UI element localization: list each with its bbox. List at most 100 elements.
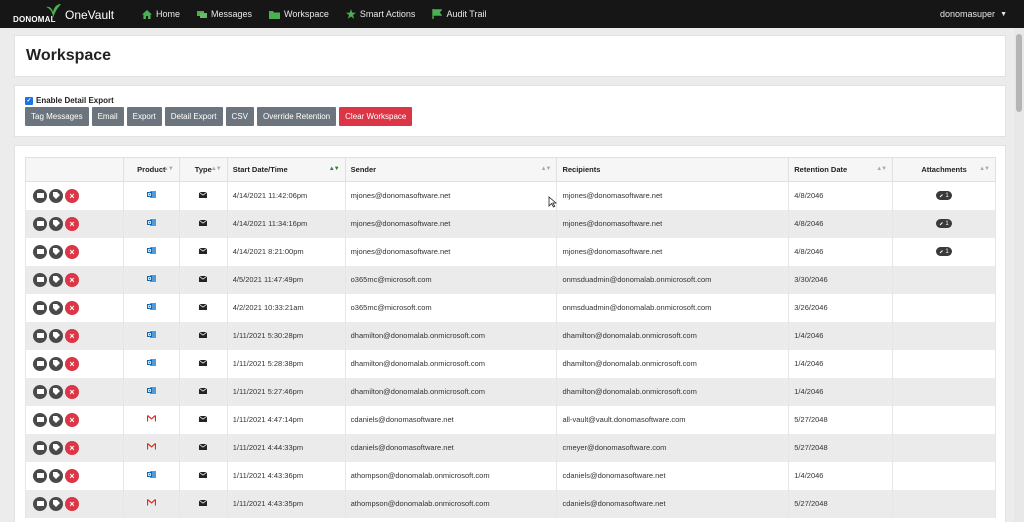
override-retention-button[interactable]: Override Retention (257, 107, 336, 126)
header-type[interactable]: Type▲▼ (179, 158, 227, 182)
view-message-icon[interactable] (33, 385, 47, 399)
flag-icon (432, 9, 446, 19)
remove-icon[interactable]: × (65, 329, 79, 343)
sort-icon[interactable]: ▲▼ (541, 166, 551, 172)
caret-down-icon: ▼ (1000, 11, 1007, 18)
clear-workspace-button[interactable]: Clear Workspace (339, 107, 412, 126)
view-message-icon[interactable] (33, 189, 47, 203)
export-button[interactable]: Export (127, 107, 162, 126)
header-product[interactable]: Product▲▼ (123, 158, 179, 182)
attachment-badge[interactable]: 1 (936, 219, 951, 228)
tag-icon[interactable] (49, 441, 63, 455)
table-row[interactable]: ×1/11/2021 4:43:36pmathompson@donomalab.… (26, 462, 996, 490)
nav-item-home[interactable]: Home (142, 9, 180, 19)
nav-item-label: Smart Actions (360, 9, 416, 19)
table-row[interactable]: ×4/14/2021 11:34:16pmmjones@donomasoftwa… (26, 210, 996, 238)
table-row[interactable]: ×4/14/2021 11:42:06pmmjones@donomasoftwa… (26, 182, 996, 210)
remove-icon[interactable]: × (65, 385, 79, 399)
sort-icon[interactable]: ▲▼ (979, 166, 989, 172)
enable-detail-export-checkbox[interactable]: ✓ Enable Detail Export (25, 96, 114, 105)
envelope-icon (199, 387, 207, 396)
remove-icon[interactable]: × (65, 273, 79, 287)
view-message-icon[interactable] (33, 441, 47, 455)
remove-icon[interactable]: × (65, 413, 79, 427)
nav-item-smart-actions[interactable]: Smart Actions (346, 9, 416, 19)
tag-icon[interactable] (49, 357, 63, 371)
view-message-icon[interactable] (33, 217, 47, 231)
table-row[interactable]: ×1/11/2021 4:44:33pmcdaniels@donomasoftw… (26, 434, 996, 462)
nav-item-workspace[interactable]: Workspace (269, 9, 329, 19)
nav-item-audit-trail[interactable]: Audit Trail (432, 9, 486, 19)
header-recipients[interactable]: Recipients (557, 158, 789, 182)
remove-icon[interactable]: × (65, 441, 79, 455)
workspace-table-panel: Product▲▼ Type▲▼ Start Date/Time ▲▼ Sende… (14, 145, 1006, 522)
table-row[interactable]: ×1/11/2021 5:28:38pmdhamilton@donomalab.… (26, 350, 996, 378)
header-start-date[interactable]: Start Date/Time ▲▼ (227, 158, 345, 182)
table-row[interactable]: ×4/14/2021 8:21:00pmmjones@donomasoftwar… (26, 238, 996, 266)
logo[interactable]: DONOMAL OneVault (10, 3, 120, 27)
sort-desc-icon[interactable]: ▲▼ (329, 166, 339, 172)
tag-messages-button[interactable]: Tag Messages (25, 107, 89, 126)
header-sender[interactable]: Sender▲▼ (345, 158, 557, 182)
tag-icon[interactable] (49, 273, 63, 287)
table-row[interactable]: ×1/11/2021 4:47:14pmcdaniels@donomasoftw… (26, 406, 996, 434)
remove-icon[interactable]: × (65, 245, 79, 259)
gmail-icon (147, 415, 156, 424)
envelope-icon (199, 499, 207, 508)
tag-icon[interactable] (49, 413, 63, 427)
sender-cell: mjones@donomasoftware.net (345, 182, 557, 210)
remove-icon[interactable]: × (65, 217, 79, 231)
tag-icon[interactable] (49, 469, 63, 483)
scrollbar-thumb[interactable] (1016, 34, 1022, 112)
attachments-cell: 1 (893, 182, 996, 210)
tag-icon[interactable] (49, 385, 63, 399)
csv-button[interactable]: CSV (226, 107, 254, 126)
remove-icon[interactable]: × (65, 469, 79, 483)
view-message-icon[interactable] (33, 357, 47, 371)
product-cell (123, 266, 179, 294)
attachment-badge[interactable]: 1 (936, 191, 951, 200)
tag-icon[interactable] (49, 189, 63, 203)
header-attachments[interactable]: Attachments▲▼ (893, 158, 996, 182)
nav-item-messages[interactable]: Messages (197, 9, 252, 19)
tag-icon[interactable] (49, 301, 63, 315)
sender-cell: mjones@donomasoftware.net (345, 238, 557, 266)
table-row[interactable]: ×1/11/2021 4:43:35pmathompson@donomalab.… (26, 490, 996, 518)
tag-icon[interactable] (49, 245, 63, 259)
sort-icon[interactable]: ▲▼ (876, 166, 886, 172)
view-message-icon[interactable] (33, 469, 47, 483)
start-date-cell: 1/11/2021 4:47:14pm (227, 406, 345, 434)
sort-icon[interactable]: ▲▼ (211, 166, 221, 172)
page-title: Workspace (26, 47, 111, 65)
remove-icon[interactable]: × (65, 497, 79, 511)
view-message-icon[interactable] (33, 273, 47, 287)
remove-icon[interactable]: × (65, 301, 79, 315)
table-row[interactable]: ×4/5/2021 11:47:49pmo365mc@microsoft.com… (26, 266, 996, 294)
tag-icon[interactable] (49, 497, 63, 511)
view-message-icon[interactable] (33, 413, 47, 427)
tag-icon[interactable] (49, 217, 63, 231)
table-row[interactable]: ×4/2/2021 10:33:21amo365mc@microsoft.com… (26, 294, 996, 322)
view-message-icon[interactable] (33, 245, 47, 259)
remove-icon[interactable]: × (65, 189, 79, 203)
attachment-badge[interactable]: 1 (936, 247, 951, 256)
table-row[interactable]: ×1/11/2021 5:30:28pmdhamilton@donomalab.… (26, 322, 996, 350)
tag-icon[interactable] (49, 329, 63, 343)
page-scrollbar[interactable] (1014, 28, 1024, 522)
sort-icon[interactable]: ▲▼ (163, 166, 173, 172)
header-retention-date[interactable]: Retention Date▲▼ (789, 158, 893, 182)
start-date-cell: 1/11/2021 5:28:38pm (227, 350, 345, 378)
view-message-icon[interactable] (33, 329, 47, 343)
view-message-icon[interactable] (33, 301, 47, 315)
remove-icon[interactable]: × (65, 357, 79, 371)
email-button[interactable]: Email (92, 107, 124, 126)
outlook-icon (147, 192, 156, 201)
user-menu[interactable]: donomasuper ▼ (940, 0, 1007, 28)
detail-export-button[interactable]: Detail Export (165, 107, 223, 126)
header-start-date-label: Start Date/Time (233, 165, 288, 174)
view-message-icon[interactable] (33, 497, 47, 511)
table-row[interactable]: ×1/11/2021 5:27:46pmdhamilton@donomalab.… (26, 378, 996, 406)
action-panel: ✓ Enable Detail Export Tag MessagesEmail… (14, 85, 1006, 137)
checkbox-checked-icon[interactable]: ✓ (25, 97, 33, 105)
sender-cell: athompson@donomalab.onmicrosoft.com (345, 490, 557, 518)
